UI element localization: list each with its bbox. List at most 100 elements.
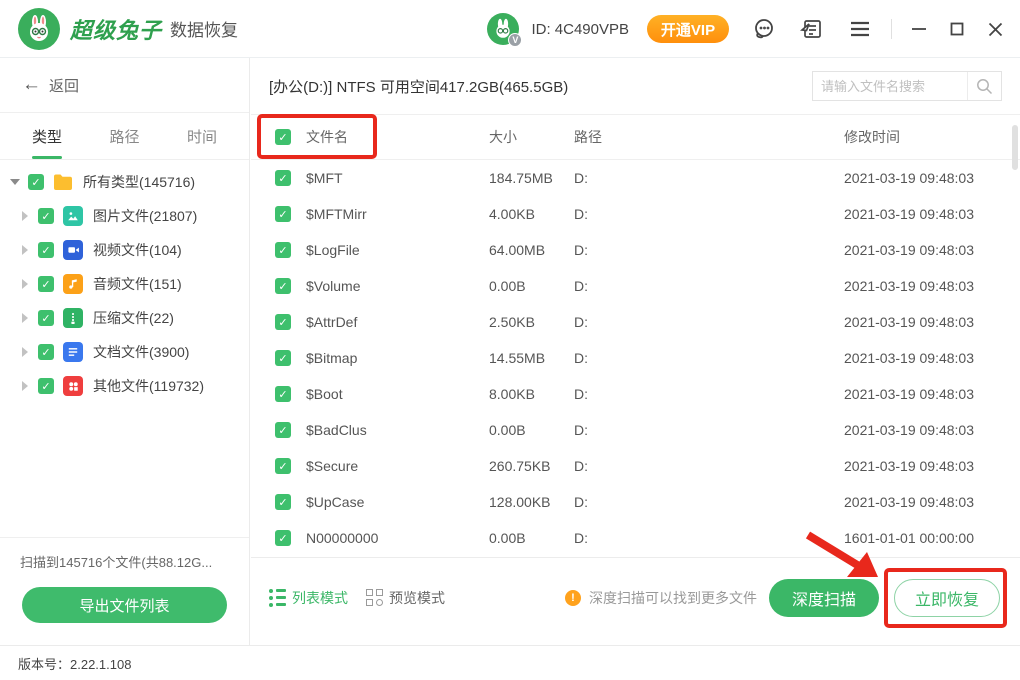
image-file-type-icon [63, 206, 83, 226]
video-file-type-icon [63, 240, 83, 260]
minimize-button[interactable] [908, 18, 930, 40]
cell-mtime: 2021-03-19 09:48:03 [844, 314, 1020, 330]
user-id: ID: 4C490VPB [531, 21, 629, 38]
chevron-down-icon[interactable] [8, 179, 22, 185]
table-row[interactable]: ✓$Bitmap14.55MBD:2021-03-19 09:48:03 [251, 340, 1020, 376]
tree-checkbox[interactable]: ✓ [38, 378, 54, 394]
cell-size: 4.00KB [489, 206, 574, 222]
row-checkbox[interactable]: ✓ [275, 314, 291, 330]
search-box [812, 71, 1002, 101]
tree-item-video[interactable]: ✓ 视频文件(104) [0, 233, 249, 267]
cell-mtime: 2021-03-19 09:48:03 [844, 278, 1020, 294]
back-button[interactable]: ← 返回 [0, 58, 249, 113]
row-checkbox[interactable]: ✓ [275, 278, 291, 294]
cell-mtime: 2021-03-19 09:48:03 [844, 422, 1020, 438]
zip-file-type-icon [63, 308, 83, 328]
tree-checkbox[interactable]: ✓ [38, 208, 54, 224]
tab-type[interactable]: 类型 [32, 113, 62, 159]
customer-service-icon[interactable] [751, 16, 777, 42]
row-checkbox[interactable]: ✓ [275, 494, 291, 510]
cell-size: 260.75KB [489, 458, 574, 474]
tree-item-other[interactable]: ✓其他文件(119732) [0, 369, 249, 403]
table-row[interactable]: ✓$Boot8.00KBD:2021-03-19 09:48:03 [251, 376, 1020, 412]
maximize-button[interactable] [946, 18, 968, 40]
row-checkbox[interactable]: ✓ [275, 386, 291, 402]
cell-size: 128.00KB [489, 494, 574, 510]
select-all-checkbox[interactable]: ✓ [275, 129, 291, 145]
table-row[interactable]: ✓$LogFile64.00MBD:2021-03-19 09:48:03 [251, 232, 1020, 268]
table-row[interactable]: ✓$Secure260.75KBD:2021-03-19 09:48:03 [251, 448, 1020, 484]
row-checkbox[interactable]: ✓ [275, 242, 291, 258]
cell-path: D: [574, 458, 844, 474]
scan-summary: 扫描到145716个文件(共88.12G... [0, 552, 249, 571]
menu-icon[interactable] [847, 16, 873, 42]
tree-item-doc[interactable]: ✓ 文档文件(3900) [0, 335, 249, 369]
cell-path: D: [574, 314, 844, 330]
table-row[interactable]: ✓$MFTMirr4.00KBD:2021-03-19 09:48:03 [251, 196, 1020, 232]
main-panel: [办公(D:)] NTFS 可用空间417.2GB(465.5GB) ✓ 文件名… [251, 58, 1020, 645]
table-row[interactable]: ✓$UpCase128.00KBD:2021-03-19 09:48:03 [251, 484, 1020, 520]
tree-item-label: 视频文件(104) [93, 240, 182, 260]
table-row[interactable]: ✓N000000000.00BD:1601-01-01 00:00:00 [251, 520, 1020, 556]
tab-path[interactable]: 路径 [109, 113, 139, 159]
column-header-path[interactable]: 路径 [574, 127, 844, 147]
table-header: ✓ 文件名 大小 路径 修改时间 [251, 115, 1020, 160]
tree-checkbox[interactable]: ✓ [28, 174, 44, 190]
table-row[interactable]: ✓$MFT184.75MBD:2021-03-19 09:48:03 [251, 160, 1020, 196]
search-input[interactable] [813, 79, 967, 94]
row-checkbox[interactable]: ✓ [275, 170, 291, 186]
table-scrollbar[interactable] [1012, 125, 1018, 170]
tree-item-label: 所有类型(145716) [83, 172, 195, 192]
row-checkbox[interactable]: ✓ [275, 530, 291, 546]
cell-mtime: 1601-01-01 00:00:00 [844, 530, 1020, 546]
table-row[interactable]: ✓$AttrDef2.50KBD:2021-03-19 09:48:03 [251, 304, 1020, 340]
table-row[interactable]: ✓$BadClus0.00BD:2021-03-19 09:48:03 [251, 412, 1020, 448]
cell-filename: N00000000 [306, 530, 489, 546]
search-button[interactable] [967, 72, 1001, 100]
tree-item-all[interactable]: ✓ 所有类型(145716) [0, 165, 249, 199]
list-mode-toggle[interactable]: 列表模式 [269, 588, 348, 608]
deep-scan-button[interactable]: 深度扫描 [769, 579, 879, 617]
export-file-list-button[interactable]: 导出文件列表 [22, 587, 227, 623]
chevron-right-icon[interactable] [18, 313, 32, 323]
cell-filename: $Boot [306, 386, 489, 402]
tree-checkbox[interactable]: ✓ [38, 344, 54, 360]
preview-mode-toggle[interactable]: 预览模式 [348, 588, 445, 608]
tree-item-image[interactable]: ✓图片文件(21807) [0, 199, 249, 233]
cell-filename: $BadClus [306, 422, 489, 438]
row-checkbox[interactable]: ✓ [275, 458, 291, 474]
close-button[interactable] [984, 18, 1006, 40]
column-header-size[interactable]: 大小 [489, 127, 574, 147]
tree-item-audio[interactable]: ✓音频文件(151) [0, 267, 249, 301]
cell-path: D: [574, 386, 844, 402]
chevron-right-icon[interactable] [18, 211, 32, 221]
list-mode-label: 列表模式 [292, 588, 348, 608]
row-checkbox[interactable]: ✓ [275, 422, 291, 438]
table-row[interactable]: ✓$Volume0.00BD:2021-03-19 09:48:03 [251, 268, 1020, 304]
tree-item-label: 文档文件(3900) [93, 342, 189, 362]
file-table-body: ✓$MFT184.75MBD:2021-03-19 09:48:03✓$MFTM… [251, 160, 1020, 556]
open-vip-button[interactable]: 开通VIP [647, 15, 729, 43]
chevron-right-icon[interactable] [18, 381, 32, 391]
cell-path: D: [574, 170, 844, 186]
tree-item-zip[interactable]: ✓压缩文件(22) [0, 301, 249, 335]
row-checkbox[interactable]: ✓ [275, 206, 291, 222]
user-avatar[interactable]: V [487, 13, 519, 45]
feedback-icon[interactable] [799, 16, 825, 42]
chevron-right-icon[interactable] [18, 347, 32, 357]
chevron-right-icon[interactable] [18, 279, 32, 289]
cell-size: 2.50KB [489, 314, 574, 330]
tree-checkbox[interactable]: ✓ [38, 242, 54, 258]
tab-time[interactable]: 时间 [187, 113, 217, 159]
cell-size: 0.00B [489, 530, 574, 546]
version-label: 版本号：2.22.1.108 [18, 654, 131, 673]
chevron-right-icon[interactable] [18, 245, 32, 255]
bottom-action-bar: 列表模式 预览模式 ! 深度扫描可以找到更多文件 深度扫描 立即恢复 [251, 557, 1020, 645]
preview-mode-icon [366, 589, 383, 606]
row-checkbox[interactable]: ✓ [275, 350, 291, 366]
column-header-mtime[interactable]: 修改时间 [844, 127, 1020, 147]
column-header-filename[interactable]: 文件名 [306, 127, 489, 147]
tree-checkbox[interactable]: ✓ [38, 310, 54, 326]
recover-now-button[interactable]: 立即恢复 [894, 579, 1000, 617]
tree-checkbox[interactable]: ✓ [38, 276, 54, 292]
